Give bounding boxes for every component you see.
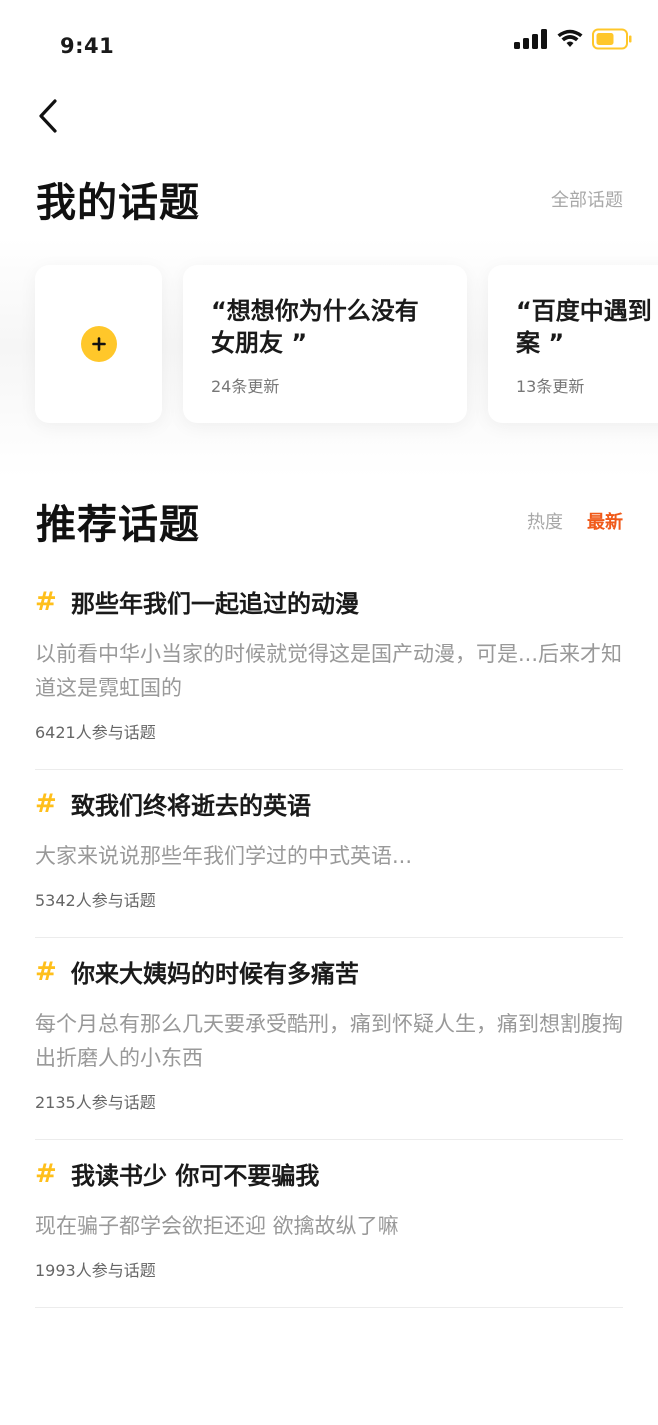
hashtag-icon: #: [35, 788, 57, 819]
battery-icon: [592, 28, 632, 50]
topic-participant-count: 5342人参与话题: [35, 891, 156, 910]
topic-participant-count: 2135人参与话题: [35, 1093, 156, 1112]
tab-hot[interactable]: 热度: [527, 508, 563, 534]
topic-head: # 你来大姨妈的时候有多痛苦: [35, 954, 623, 989]
topic-head: # 那些年我们一起追过的动漫: [35, 584, 623, 619]
sort-tabs: 热度 最新: [527, 508, 623, 534]
topic-item[interactable]: # 那些年我们一起追过的动漫 以前看中华小当家的时候就觉得这是国产动漫，可是..…: [35, 568, 623, 770]
back-chevron-icon: [39, 99, 57, 133]
topic-description: 现在骗子都学会欲拒还迎 欲擒故纵了嘛: [35, 1214, 399, 1238]
topic-participant-count: 1993人参与话题: [35, 1261, 156, 1280]
topic-head: # 我读书少 你可不要骗我: [35, 1156, 623, 1191]
recommended-header: 推荐话题 热度 最新: [36, 492, 623, 550]
hashtag-icon: #: [35, 1158, 57, 1189]
topic-title: 你来大姨妈的时候有多痛苦: [71, 960, 359, 988]
back-button[interactable]: [30, 96, 66, 136]
all-topics-link[interactable]: 全部话题: [551, 186, 623, 212]
add-topic-card[interactable]: [35, 265, 162, 423]
my-topic-card-title: “想想你为什么没有 女朋友 ”: [211, 297, 419, 357]
wifi-icon: [557, 29, 583, 47]
plus-icon: [91, 337, 106, 351]
topic-description: 每个月总有那么几天要承受酷刑，痛到怀疑人生，痛到想割腹掏出折磨人的小东西: [35, 1012, 623, 1070]
topic-head: # 致我们终将逝去的英语: [35, 786, 623, 821]
my-topic-card-updates: 13条更新: [516, 377, 585, 396]
my-topics-carousel[interactable]: “想想你为什么没有 女朋友 ” 24条更新 “百度中遇到 案 ” 13条更新: [0, 238, 658, 478]
topic-title: 我读书少 你可不要骗我: [71, 1162, 320, 1190]
recommended-title: 推荐话题: [36, 502, 200, 548]
tab-latest[interactable]: 最新: [587, 508, 623, 534]
hashtag-icon: #: [35, 586, 57, 617]
my-topic-card-title: “百度中遇到 案 ”: [516, 297, 652, 357]
hashtag-icon: #: [35, 956, 57, 987]
my-topic-card[interactable]: “百度中遇到 案 ” 13条更新: [488, 265, 658, 423]
my-topic-card[interactable]: “想想你为什么没有 女朋友 ” 24条更新: [183, 265, 467, 423]
status-time: 9:41: [60, 34, 115, 58]
topic-item[interactable]: # 你来大姨妈的时候有多痛苦 每个月总有那么几天要承受酷刑，痛到怀疑人生，痛到想…: [35, 938, 623, 1140]
my-topics-header: 我的话题 全部话题: [36, 170, 623, 228]
recommended-topic-list: # 那些年我们一起追过的动漫 以前看中华小当家的时候就觉得这是国产动漫，可是..…: [35, 568, 623, 1308]
status-icons: [514, 28, 632, 50]
my-topics-title: 我的话题: [36, 180, 200, 226]
topic-title: 致我们终将逝去的英语: [71, 792, 311, 820]
my-topic-card-updates: 24条更新: [211, 377, 280, 396]
cellular-signal-icon: [514, 29, 547, 49]
topic-item[interactable]: # 我读书少 你可不要骗我 现在骗子都学会欲拒还迎 欲擒故纵了嘛 1993人参与…: [35, 1140, 623, 1308]
topic-description: 大家来说说那些年我们学过的中式英语...: [35, 844, 413, 868]
topic-description: 以前看中华小当家的时候就觉得这是国产动漫，可是...后来才知道这是霓虹国的: [35, 642, 623, 700]
topic-title: 那些年我们一起追过的动漫: [71, 590, 359, 618]
topic-participant-count: 6421人参与话题: [35, 723, 156, 742]
topic-item[interactable]: # 致我们终将逝去的英语 大家来说说那些年我们学过的中式英语... 5342人参…: [35, 770, 623, 938]
status-bar: 9:41: [0, 0, 658, 90]
add-topic-button[interactable]: [80, 326, 117, 362]
